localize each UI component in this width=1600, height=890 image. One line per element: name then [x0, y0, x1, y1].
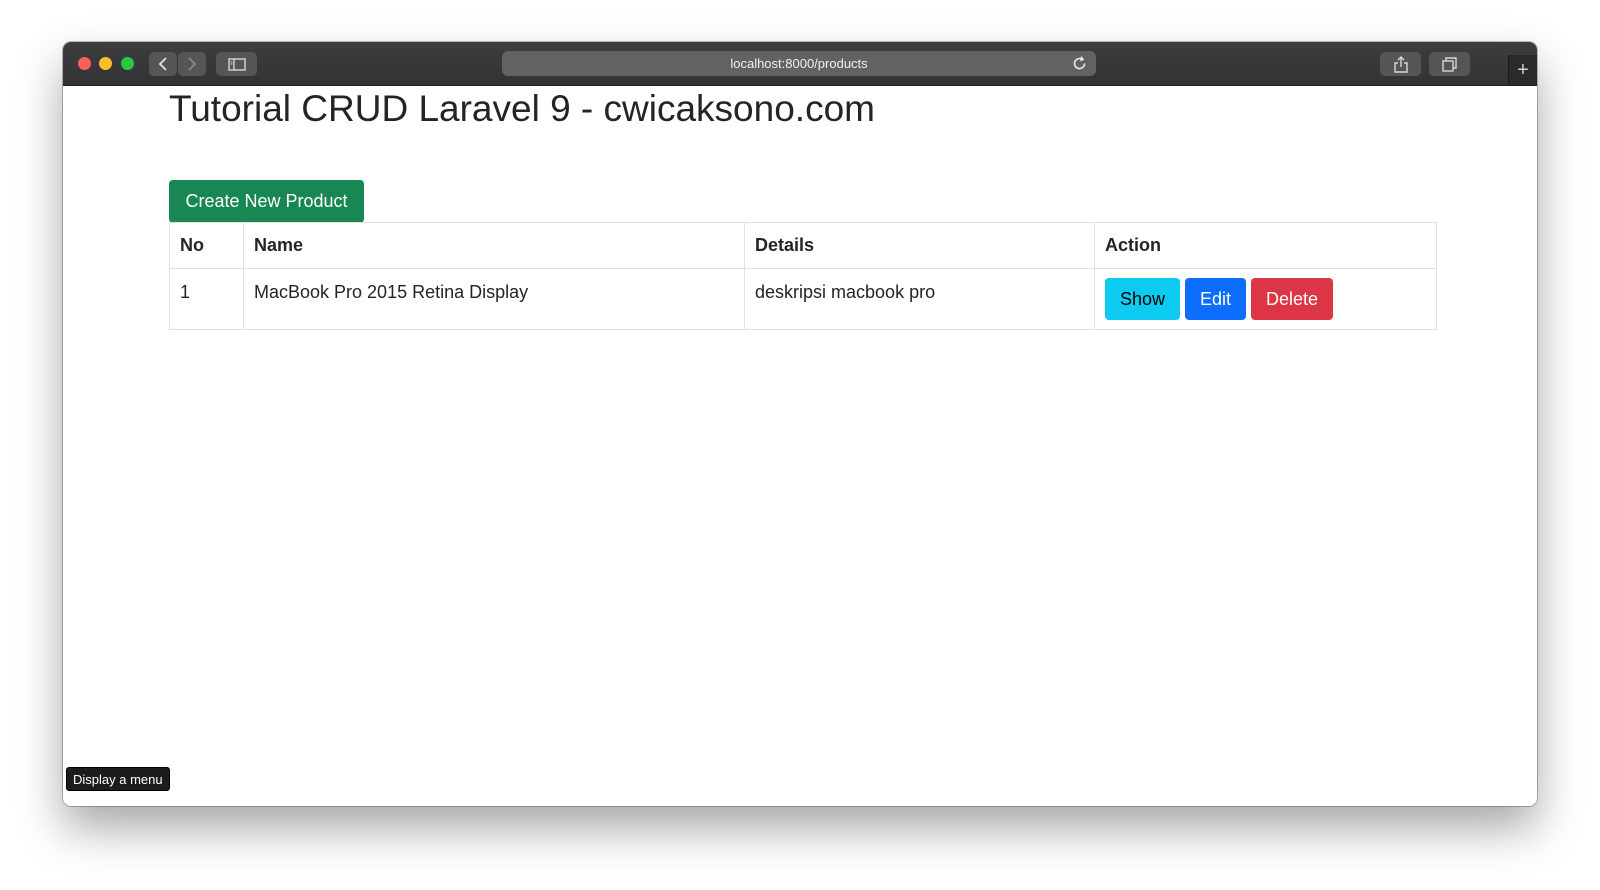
tabs-overview-icon [1442, 56, 1457, 72]
address-bar[interactable]: localhost:8000/products [502, 51, 1096, 76]
products-table: No Name Details Action 1 MacBook Pro 201… [169, 222, 1437, 330]
cell-name: MacBook Pro 2015 Retina Display [243, 268, 745, 330]
menu-tooltip: Display a menu [66, 767, 170, 791]
new-tab-button[interactable]: + [1508, 55, 1537, 85]
sidebar-toggle-button[interactable] [216, 52, 257, 76]
table-row: 1 MacBook Pro 2015 Retina Display deskri… [169, 268, 1437, 330]
cell-no: 1 [169, 268, 244, 330]
url-text: localhost:8000/products [730, 56, 868, 71]
zoom-window-button[interactable] [121, 57, 134, 70]
show-button[interactable]: Show [1105, 278, 1180, 320]
share-icon [1393, 55, 1408, 73]
minimize-window-button[interactable] [99, 57, 112, 70]
plus-icon: + [1517, 58, 1529, 81]
create-new-product-button[interactable]: Create New Product [169, 180, 364, 223]
sidebar-icon [227, 57, 246, 71]
back-icon [158, 57, 167, 71]
cell-actions: Show Edit Delete [1094, 268, 1437, 330]
edit-button[interactable]: Edit [1185, 278, 1246, 320]
forward-button[interactable] [178, 52, 206, 76]
share-button[interactable] [1380, 52, 1421, 76]
cell-details: deskripsi macbook pro [744, 268, 1095, 330]
row-actions: Show Edit Delete [1105, 278, 1426, 320]
browser-window: localhost:8000/products + Tutorial CRUD … [63, 42, 1537, 806]
header-action: Action [1094, 222, 1437, 269]
header-details: Details [744, 222, 1095, 269]
reload-icon[interactable] [1071, 55, 1088, 72]
browser-titlebar: localhost:8000/products + [63, 42, 1537, 86]
back-button[interactable] [149, 52, 177, 76]
header-no: No [169, 222, 244, 269]
delete-button[interactable]: Delete [1251, 278, 1333, 320]
close-window-button[interactable] [78, 57, 91, 70]
forward-icon [188, 57, 197, 71]
page-content: Tutorial CRUD Laravel 9 - cwicaksono.com… [63, 86, 1537, 806]
table-header-row: No Name Details Action [169, 222, 1437, 269]
header-name: Name [243, 222, 745, 269]
page-title: Tutorial CRUD Laravel 9 - cwicaksono.com [169, 88, 875, 129]
tabs-overview-button[interactable] [1429, 52, 1470, 76]
